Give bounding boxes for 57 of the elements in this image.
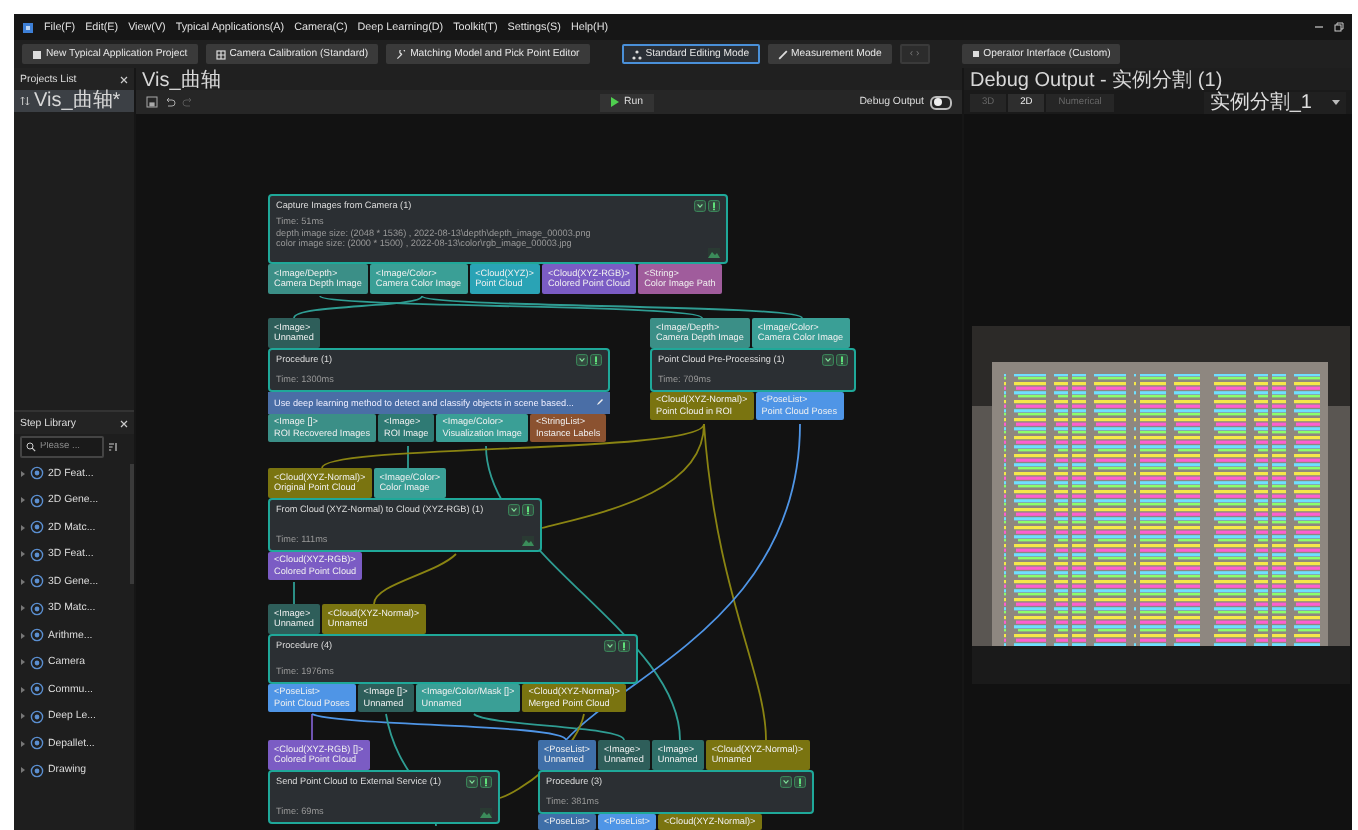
collapse-icon[interactable]	[575, 353, 587, 366]
project-item[interactable]: Vis_曲轴*	[14, 90, 134, 112]
expand-arrow-icon[interactable]	[20, 766, 26, 775]
expand-arrow-icon[interactable]	[20, 739, 26, 748]
collapse-icon[interactable]	[821, 353, 833, 366]
square-icon	[971, 50, 980, 58]
output-dropdown[interactable]: 实例分割_1	[1203, 91, 1346, 113]
pin-icon[interactable]	[618, 639, 630, 652]
play-icon	[610, 96, 620, 108]
collapse-icon[interactable]	[507, 503, 519, 516]
pencil-icon[interactable]	[596, 398, 604, 407]
close-icon[interactable]	[120, 75, 128, 83]
pin-icon[interactable]	[522, 503, 534, 516]
expand-arrow-icon[interactable]	[20, 550, 26, 559]
sort-icon	[20, 96, 30, 106]
ruler-icon	[777, 49, 788, 59]
minimize-icon[interactable]	[1314, 22, 1324, 32]
close-icon[interactable]	[120, 419, 128, 427]
debug-toggle[interactable]	[930, 95, 952, 109]
grid-icon	[215, 49, 226, 59]
pin-icon[interactable]	[590, 353, 602, 366]
dropdown-value: 实例分割_1	[1209, 90, 1312, 116]
image-icon[interactable]	[480, 807, 492, 818]
pin-icon[interactable]	[794, 775, 806, 788]
pin-icon[interactable]	[480, 775, 492, 788]
undo-icon[interactable]	[164, 96, 176, 108]
expand-arrow-icon[interactable]	[20, 685, 26, 694]
expand-arrow-icon[interactable]	[20, 523, 26, 532]
app-logo-icon	[22, 21, 34, 33]
expand-arrow-icon[interactable]	[20, 496, 26, 505]
editor-tab[interactable]: Vis_曲轴	[142, 65, 221, 93]
expand-arrow-icon[interactable]	[20, 631, 26, 640]
restore-icon[interactable]	[1334, 22, 1344, 32]
save-icon[interactable]	[146, 96, 158, 108]
expand-arrow-icon[interactable]	[20, 604, 26, 613]
expand-arrow-icon[interactable]	[20, 469, 26, 478]
caret-icon	[1332, 99, 1340, 105]
collapse-icon[interactable]	[603, 639, 615, 652]
connector-line	[293, 581, 295, 605]
search-icon	[26, 442, 36, 452]
collapse-icon[interactable]	[465, 775, 477, 788]
pin-icon[interactable]	[836, 353, 848, 366]
expand-arrow-icon[interactable]	[20, 577, 26, 586]
collapse-icon[interactable]	[693, 200, 705, 212]
expand-arrow-icon[interactable]	[20, 712, 26, 721]
project-name: Vis_曲轴*	[34, 90, 121, 112]
filter-icon[interactable]	[108, 442, 118, 452]
connector-line	[373, 553, 457, 605]
expand-arrow-icon[interactable]	[20, 658, 26, 667]
panel-title: Debug Output - 实例分割 (1)	[970, 67, 1223, 91]
document-icon	[32, 49, 42, 59]
wrench-icon	[396, 49, 407, 59]
image-icon[interactable]	[522, 535, 534, 546]
nodes-icon	[631, 49, 642, 59]
collapse-icon[interactable]	[779, 775, 791, 788]
image-icon[interactable]	[708, 248, 720, 258]
pin-icon[interactable]	[708, 200, 720, 212]
